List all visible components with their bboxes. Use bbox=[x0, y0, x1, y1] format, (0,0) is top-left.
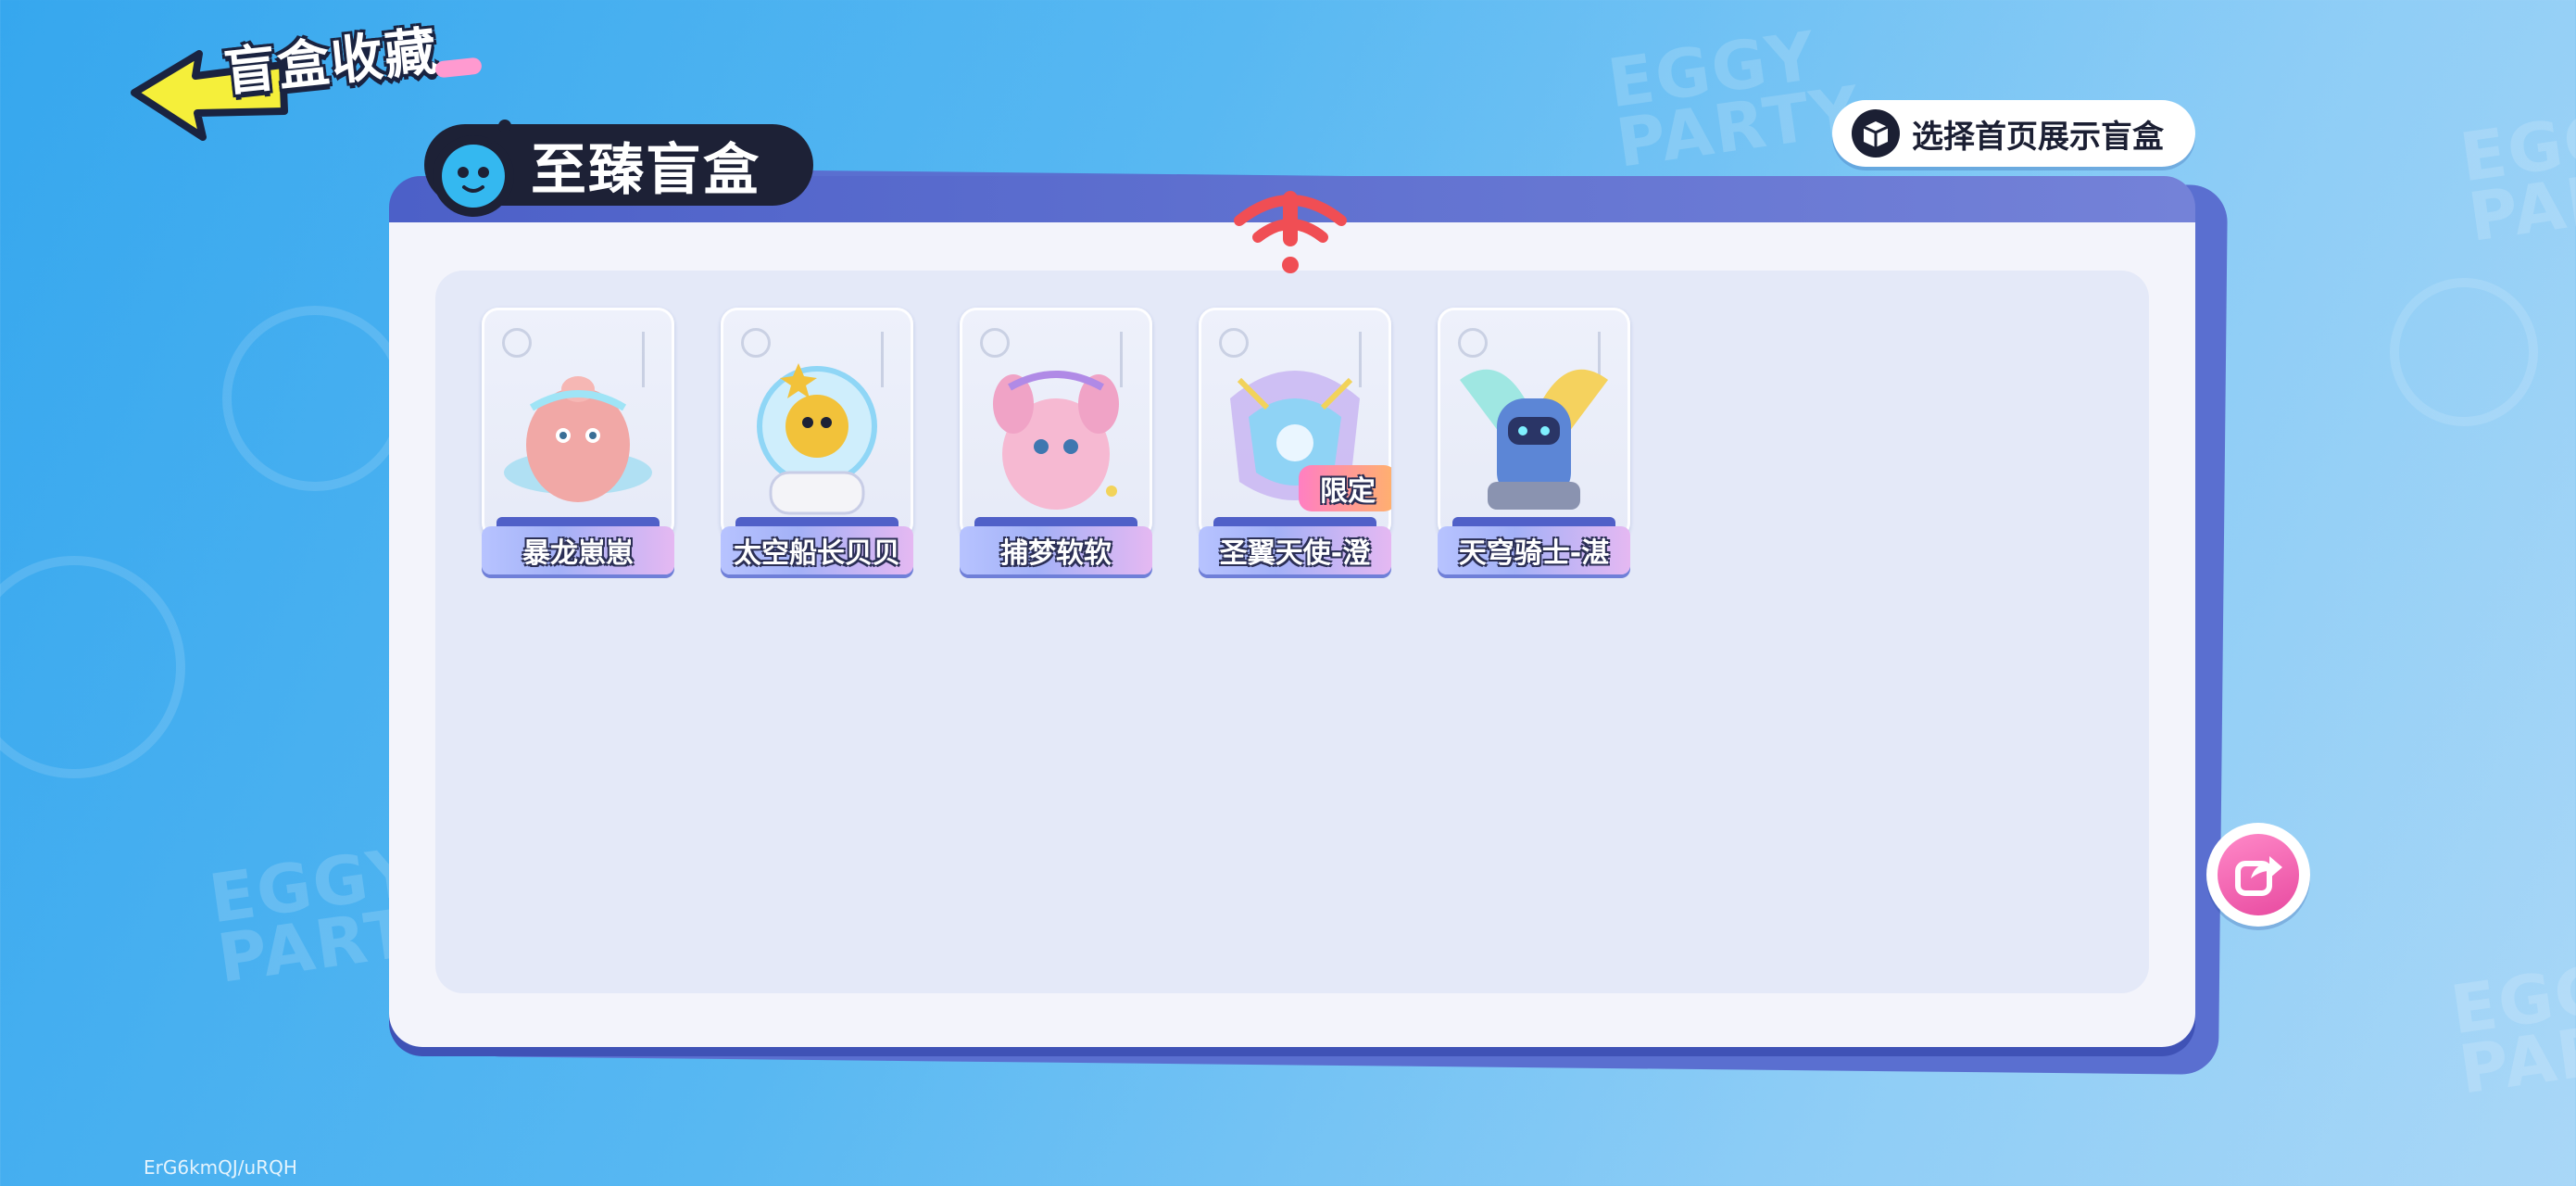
card-frame bbox=[721, 308, 913, 539]
blind-box-card[interactable]: 限定 圣翼天使-澄 bbox=[1199, 308, 1391, 576]
bg-eggy-party-logo: EGGY PARTY bbox=[1602, 16, 1866, 183]
limited-badge: 限定 bbox=[1299, 465, 1391, 511]
section-title: 至臻盲盒 bbox=[531, 137, 760, 203]
share-icon bbox=[2235, 856, 2282, 896]
card-name: 圣翼天使-澄 bbox=[1199, 517, 1391, 574]
dino-figure-icon bbox=[504, 376, 652, 502]
card-frame bbox=[1438, 308, 1630, 539]
blind-box-card[interactable]: 捕梦软软 bbox=[960, 308, 1152, 576]
card-name: 捕梦软软 bbox=[960, 517, 1152, 574]
blind-box-card[interactable]: 太空船长贝贝 bbox=[721, 308, 913, 576]
dreamcatcher-figure-icon bbox=[993, 371, 1119, 510]
title-accent bbox=[434, 57, 483, 79]
bg-ring bbox=[2390, 278, 2538, 426]
card-name: 太空船长贝贝 bbox=[721, 517, 913, 574]
bg-eggy-party-logo: EGGY PARTY bbox=[2445, 942, 2576, 1109]
space-captain-figure-icon bbox=[757, 363, 877, 515]
card-frame: 限定 bbox=[1199, 308, 1391, 539]
page-title: 盲盒收藏 bbox=[220, 20, 442, 104]
share-button[interactable] bbox=[2206, 823, 2310, 927]
eggy-mascot-icon bbox=[433, 120, 514, 217]
sky-knight-figure-icon bbox=[1460, 369, 1608, 510]
card-name: 天穹骑士-湛 bbox=[1438, 517, 1630, 574]
bg-ring bbox=[222, 306, 408, 491]
card-name: 暴龙崽崽 bbox=[482, 517, 674, 574]
blind-box-card[interactable]: 暴龙崽崽 bbox=[482, 308, 674, 576]
share-button-inner bbox=[2218, 834, 2299, 915]
card-frame bbox=[960, 308, 1152, 539]
select-showcase-button[interactable]: 选择首页展示盲盒 bbox=[1832, 100, 2195, 167]
user-id: ErG6kmQJ/uRQH bbox=[144, 1156, 297, 1179]
bg-ring bbox=[0, 556, 185, 778]
select-showcase-label: 选择首页展示盲盒 bbox=[1912, 118, 2164, 156]
signal-warning-icon bbox=[1234, 191, 1347, 273]
box-icon bbox=[1852, 109, 1900, 158]
card-frame bbox=[482, 308, 674, 539]
blind-box-card[interactable]: 天穹骑士-湛 bbox=[1438, 308, 1630, 576]
bg-eggy-party-logo: EGGY PARTY bbox=[2455, 90, 2576, 257]
